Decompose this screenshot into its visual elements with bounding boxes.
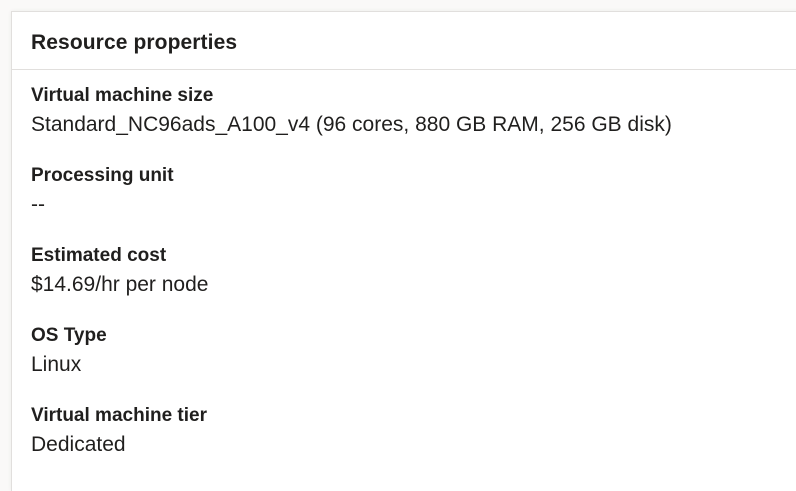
card-header: Resource properties xyxy=(12,12,796,70)
property-processing-unit: Processing unit -- xyxy=(31,163,796,243)
properties-list: Virtual machine size Standard_NC96ads_A1… xyxy=(12,70,796,483)
property-vm-tier: Virtual machine tier Dedicated xyxy=(31,403,796,483)
property-value: -- xyxy=(31,193,45,216)
property-label: Virtual machine tier xyxy=(31,405,207,426)
property-label: OS Type xyxy=(31,325,107,346)
card-title: Resource properties xyxy=(31,30,238,54)
property-os-type: OS Type Linux xyxy=(31,323,796,403)
property-vm-size: Virtual machine size Standard_NC96ads_A1… xyxy=(31,83,796,163)
property-value: Dedicated xyxy=(31,433,126,456)
resource-properties-card: Resource properties Virtual machine size… xyxy=(11,11,796,491)
property-label: Virtual machine size xyxy=(31,85,214,106)
property-value: Standard_NC96ads_A100_v4 (96 cores, 880 … xyxy=(31,113,672,136)
property-label: Processing unit xyxy=(31,165,174,186)
property-value: $14.69/hr per node xyxy=(31,273,209,296)
property-label: Estimated cost xyxy=(31,245,167,266)
property-value: Linux xyxy=(31,353,82,376)
property-estimated-cost: Estimated cost $14.69/hr per node xyxy=(31,243,796,323)
